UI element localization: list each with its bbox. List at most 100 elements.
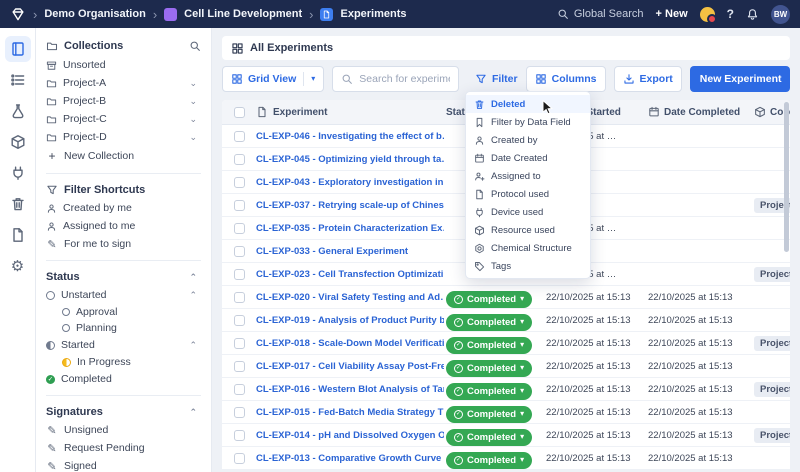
status-filter-in-progress[interactable]: In Progress — [46, 354, 201, 370]
status-filter-planning[interactable]: Planning — [46, 320, 201, 336]
app-logo-icon[interactable] — [10, 6, 26, 22]
signature-filter-unsigned[interactable]: ✎ Unsigned — [46, 421, 201, 439]
chevron-down-icon[interactable]: ⌄ — [189, 78, 201, 89]
collection-badge[interactable]: Project-… — [754, 267, 790, 282]
chevron-down-icon[interactable]: ⌄ — [189, 132, 201, 143]
collection-item-project-d[interactable]: Project-D ⌄ — [46, 128, 201, 146]
collection-badge[interactable]: Project-… — [754, 336, 790, 351]
select-all-checkbox[interactable] — [234, 107, 245, 118]
grid-view-button[interactable]: Grid View ▾ — [222, 66, 324, 92]
table-row[interactable]: CL-EXP-020 - Viral Safety Testing and Ad… — [222, 286, 790, 309]
chevron-down-icon[interactable]: ⌄ — [189, 114, 201, 125]
rewards-icon[interactable] — [700, 7, 715, 22]
menu-item-tags[interactable]: Tags — [466, 257, 590, 275]
row-checkbox[interactable] — [234, 292, 245, 303]
row-checkbox[interactable] — [234, 384, 245, 395]
collection-item-unsorted[interactable]: Unsorted — [46, 56, 201, 74]
vertical-scrollbar[interactable] — [784, 102, 789, 252]
experiment-link[interactable]: CL-EXP-018 - Scale-Down Model Verificati… — [256, 338, 444, 349]
experiment-link[interactable]: CL-EXP-013 - Comparative Growth Curve … — [256, 453, 444, 464]
rail-deleted-button[interactable] — [5, 191, 31, 217]
shortcut-created-by-me[interactable]: Created by me — [46, 199, 201, 217]
experiment-link[interactable]: CL-EXP-016 - Western Blot Analysis of Ta… — [256, 384, 444, 395]
menu-item-created-by[interactable]: Created by — [466, 131, 590, 149]
experiment-link[interactable]: CL-EXP-045 - Optimizing yield through ta… — [256, 154, 444, 165]
experiment-link[interactable]: CL-EXP-014 - pH and Dissolved Oxygen O… — [256, 430, 444, 441]
experiment-link[interactable]: CL-EXP-015 - Fed-Batch Media Strategy T… — [256, 407, 444, 418]
chevron-up-icon[interactable]: ⌃ — [189, 290, 201, 301]
row-checkbox[interactable] — [234, 200, 245, 211]
shortcut-assigned-to-me[interactable]: Assigned to me — [46, 217, 201, 235]
breadcrumb-org[interactable]: Demo Organisation — [44, 8, 145, 20]
row-checkbox[interactable] — [234, 315, 245, 326]
row-checkbox[interactable] — [234, 407, 245, 418]
row-checkbox[interactable] — [234, 177, 245, 188]
status-filter-approval[interactable]: Approval — [46, 304, 201, 320]
chevron-up-icon[interactable]: ⌃ — [189, 340, 201, 351]
export-button[interactable]: Export — [614, 66, 682, 92]
notifications-bell-icon[interactable] — [746, 8, 759, 21]
row-checkbox[interactable] — [234, 338, 245, 349]
filter-button[interactable]: Filter — [475, 73, 518, 85]
status-badge[interactable]: ✓ Completed ▾ — [446, 383, 532, 400]
table-row[interactable]: CL-EXP-015 - Fed-Batch Media Strategy T…… — [222, 401, 790, 424]
search-icon[interactable] — [189, 40, 201, 52]
breadcrumb-section[interactable]: Experiments — [340, 8, 406, 20]
row-checkbox[interactable] — [234, 131, 245, 142]
rail-settings-button[interactable]: ⚙ — [5, 253, 31, 279]
new-experiment-button[interactable]: New Experiment — [690, 66, 790, 92]
experiment-link[interactable]: CL-EXP-019 - Analysis of Product Purity … — [256, 315, 444, 326]
table-row[interactable]: CL-EXP-013 - Comparative Growth Curve … … — [222, 447, 790, 470]
chevron-down-icon[interactable]: ▾ — [311, 75, 315, 83]
table-row[interactable]: CL-EXP-017 - Cell Viability Assay Post-F… — [222, 355, 790, 378]
experiment-link[interactable]: CL-EXP-023 - Cell Transfection Optimizat… — [256, 269, 444, 280]
header-experiment[interactable]: Experiment — [273, 107, 327, 118]
table-row[interactable]: CL-EXP-014 - pH and Dissolved Oxygen O… … — [222, 424, 790, 447]
menu-item-filter-by-data-field[interactable]: Filter by Data Field — [466, 113, 590, 131]
status-filter-unstarted[interactable]: Unstarted ⌃ — [46, 286, 201, 304]
breadcrumb-workspace[interactable]: Cell Line Development — [184, 8, 302, 20]
experiment-link[interactable]: CL-EXP-035 - Protein Characterization Ex… — [256, 223, 444, 234]
user-avatar[interactable]: BW — [771, 5, 790, 24]
shortcut-for-me-to-sign[interactable]: ✎ For me to sign — [46, 235, 201, 253]
experiment-link[interactable]: CL-EXP-046 - Investigating the effect of… — [256, 131, 444, 142]
menu-item-resource-used[interactable]: Resource used — [466, 221, 590, 239]
table-row[interactable]: CL-EXP-018 - Scale-Down Model Verificati… — [222, 332, 790, 355]
collection-badge[interactable]: Project-… — [754, 382, 790, 397]
row-checkbox[interactable] — [234, 246, 245, 257]
experiment-link[interactable]: CL-EXP-033 - General Experiment — [256, 246, 444, 257]
experiment-link[interactable]: CL-EXP-020 - Viral Safety Testing and Ad… — [256, 292, 444, 303]
rail-notebook-button[interactable] — [5, 36, 31, 62]
signatures-section-header[interactable]: Signatures ⌃ — [46, 403, 201, 421]
status-badge[interactable]: ✓ Completed ▾ — [446, 291, 532, 308]
status-section-header[interactable]: Status ⌃ — [46, 268, 201, 286]
table-row[interactable]: CL-EXP-019 - Analysis of Product Purity … — [222, 309, 790, 332]
row-checkbox[interactable] — [234, 154, 245, 165]
menu-item-device-used[interactable]: Device used — [466, 203, 590, 221]
experiment-link[interactable]: CL-EXP-017 - Cell Viability Assay Post-F… — [256, 361, 444, 372]
status-badge[interactable]: ✓ Completed ▾ — [446, 452, 532, 469]
row-checkbox[interactable] — [234, 269, 245, 280]
collection-item-project-c[interactable]: Project-C ⌄ — [46, 110, 201, 128]
status-badge[interactable]: ✓ Completed ▾ — [446, 429, 532, 446]
new-button[interactable]: + New — [656, 8, 688, 20]
signature-filter-request-pending[interactable]: ✎ Request Pending — [46, 439, 201, 457]
search-input[interactable] — [359, 73, 450, 85]
experiments-searchbox[interactable] — [332, 66, 459, 92]
collection-item-project-a[interactable]: Project-A ⌄ — [46, 74, 201, 92]
row-checkbox[interactable] — [234, 430, 245, 441]
row-checkbox[interactable] — [234, 453, 245, 464]
status-badge[interactable]: ✓ Completed ▾ — [446, 406, 532, 423]
table-row[interactable]: CL-EXP-016 - Western Blot Analysis of Ta… — [222, 378, 790, 401]
rail-templates-button[interactable] — [5, 222, 31, 248]
menu-item-protocol-used[interactable]: Protocol used — [466, 185, 590, 203]
menu-item-assigned-to[interactable]: Assigned to — [466, 167, 590, 185]
new-collection-button[interactable]: + New Collection — [46, 146, 201, 166]
row-checkbox[interactable] — [234, 361, 245, 372]
status-badge[interactable]: ✓ Completed ▾ — [446, 337, 532, 354]
menu-item-date-created[interactable]: Date Created — [466, 149, 590, 167]
chevron-down-icon[interactable]: ⌄ — [189, 96, 201, 107]
collection-item-project-b[interactable]: Project-B ⌄ — [46, 92, 201, 110]
rail-inventory-button[interactable] — [5, 129, 31, 155]
status-badge[interactable]: ✓ Completed ▾ — [446, 360, 532, 377]
